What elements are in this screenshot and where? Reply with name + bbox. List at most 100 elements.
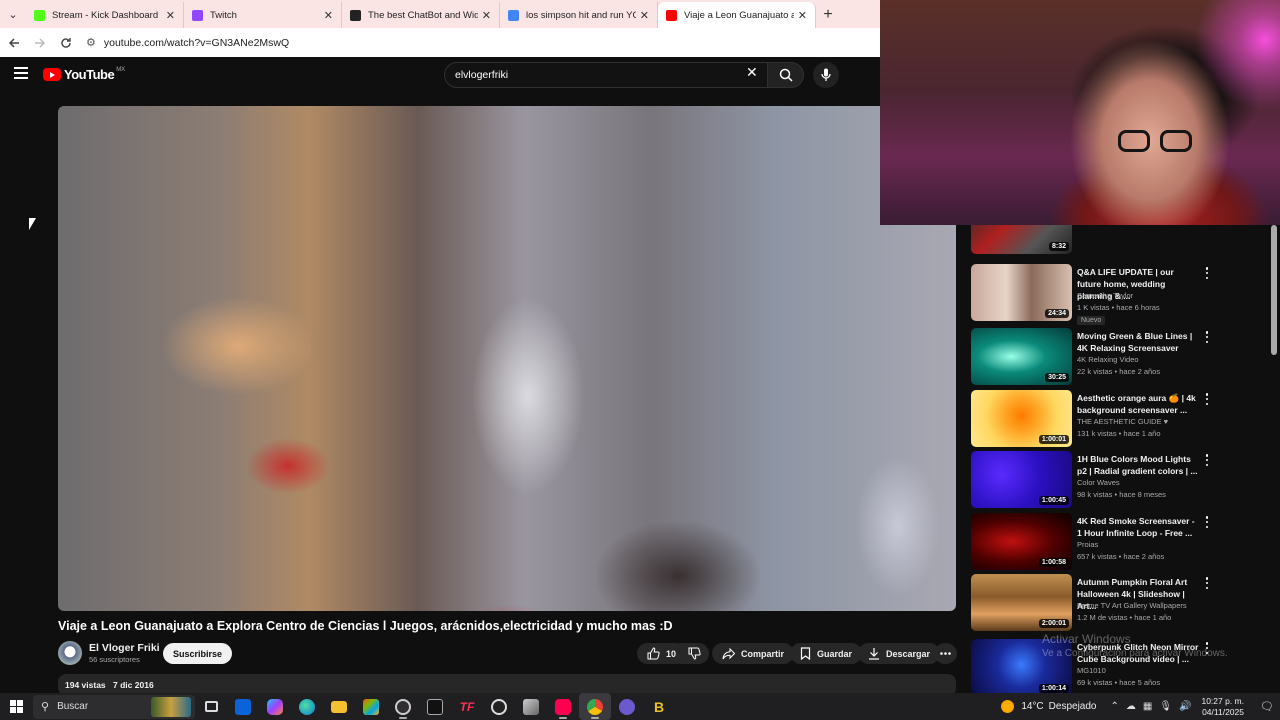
mail-icon[interactable] <box>227 693 259 720</box>
search-button[interactable] <box>767 62 804 88</box>
obs-icon[interactable] <box>387 693 419 720</box>
channel-name[interactable]: El Vloger Friki <box>89 642 160 654</box>
weather-widget[interactable]: 14°C Despejado <box>1001 700 1096 713</box>
microsoft-store-icon[interactable] <box>355 693 387 720</box>
close-tab-icon[interactable]: ✕ <box>798 9 807 22</box>
video-thumbnail[interactable]: 1:00:58 <box>971 513 1072 570</box>
recommended-video[interactable]: 1:00:01 Aesthetic orange aura 🍊 | 4k back… <box>971 390 1271 448</box>
recommended-meta: 98 k vistas • hace 8 meses <box>1077 490 1166 499</box>
reload-icon[interactable] <box>54 31 78 55</box>
spotify-like-icon[interactable] <box>483 693 515 720</box>
voice-search-button[interactable] <box>813 62 839 88</box>
video-thumbnail[interactable]: 30:25 <box>971 328 1072 385</box>
more-vertical-icon[interactable] <box>1201 392 1213 406</box>
recommended-title[interactable]: 4K Red Smoke Screensaver - 1 Hour Infini… <box>1077 515 1199 539</box>
recommended-title[interactable]: Aesthetic orange aura 🍊 | 4k background … <box>1077 392 1199 416</box>
video-player[interactable] <box>58 106 956 611</box>
recommended-video[interactable]: 24:34 Q&A LIFE UPDATE | our future home, … <box>971 264 1271 325</box>
streamlabs-icon[interactable] <box>419 693 451 720</box>
network-icon[interactable]: ▦ <box>1143 701 1152 712</box>
tab-title: The best ChatBot and Widgets <box>368 9 478 21</box>
chevron-up-icon[interactable]: ⌃ <box>1110 701 1118 712</box>
system-tray: 14°C Despejado ⌃ ☁ ▦ 🎙 🔊 10:27 p. m. 04/… <box>1001 693 1280 720</box>
channel-avatar[interactable] <box>58 641 82 665</box>
close-tab-icon[interactable]: ✕ <box>640 9 649 22</box>
task-view-icon[interactable] <box>195 693 227 720</box>
dislike-button[interactable] <box>680 643 709 664</box>
file-explorer-icon[interactable] <box>323 693 355 720</box>
tray-icons: ⌃ ☁ ▦ 🎙 🔊 <box>1110 701 1191 712</box>
more-vertical-icon[interactable] <box>1201 266 1213 280</box>
recommended-video[interactable]: 2:00:01 Autumn Pumpkin Floral Art Hallowe… <box>971 574 1271 632</box>
tf-app-icon[interactable]: TF <box>451 693 483 720</box>
webcam-glasses <box>1118 130 1196 154</box>
recommended-video[interactable]: 1:00:45 1H Blue Colors Mood Lights p2 | R… <box>971 451 1271 509</box>
search-input[interactable]: elvlogerfriki <box>444 62 768 88</box>
url-field[interactable]: ⚙ youtube.com/watch?v=GN3ANe2MswQ <box>86 36 289 50</box>
video-thumbnail[interactable]: 2:00:01 <box>971 574 1072 631</box>
recommended-title[interactable]: 1H Blue Colors Mood Lights p2 | Radial g… <box>1077 453 1199 477</box>
save-button[interactable]: Guardar <box>790 643 863 664</box>
microphone-icon[interactable]: 🎙 <box>1159 701 1172 712</box>
taskbar-search[interactable]: ⚲ Buscar <box>33 694 195 719</box>
new-tab-button[interactable]: + <box>816 2 840 28</box>
video-thumbnail[interactable]: 8:32 <box>971 225 1072 254</box>
notification-icon[interactable]: 🗨 <box>1254 693 1280 720</box>
recommended-channel[interactable]: Samantha Taylor <box>1077 291 1133 300</box>
browser-tab[interactable]: Twitch ✕ <box>184 2 342 28</box>
recommended-channel[interactable]: 4K Relaxing Video <box>1077 355 1139 364</box>
share-icon <box>722 647 735 659</box>
browser-tab[interactable]: los simpson hit and run YOUTU ✕ <box>500 2 658 28</box>
site-info-icon[interactable]: ⚙ <box>86 36 96 49</box>
browser-tab[interactable]: Viaje a Leon Guanajuato a Expl ✕ <box>658 2 816 28</box>
app-tiles-icon[interactable] <box>515 693 547 720</box>
more-vertical-icon[interactable] <box>1201 576 1213 590</box>
recommended-video[interactable]: 8:3214 k vistas • hace 1 díaNuevo <box>971 225 1271 255</box>
copilot-icon[interactable] <box>259 693 291 720</box>
recommended-channel[interactable]: Color Waves <box>1077 478 1120 487</box>
recommended-video[interactable]: 30:25 Moving Green & Blue Lines | 4K Rela… <box>971 328 1271 386</box>
video-thumbnail[interactable]: 1:00:45 <box>971 451 1072 508</box>
weather-sun-icon <box>1001 700 1015 713</box>
youtube-logo[interactable]: YouTube MX <box>43 67 125 82</box>
windows-taskbar: ⚲ Buscar TF B 14°C Despejado ⌃ ☁ ▦ 🎙 🔊 1… <box>0 693 1280 720</box>
b-app-icon[interactable]: B <box>643 693 675 720</box>
new-badge: Nuevo <box>1077 316 1106 325</box>
volume-icon[interactable]: 🔊 <box>1179 701 1191 712</box>
subscribe-button[interactable]: Suscribirse <box>163 643 233 664</box>
more-actions-button[interactable] <box>934 643 957 664</box>
video-thumbnail[interactable]: 24:34 <box>971 264 1072 321</box>
close-tab-icon[interactable]: ✕ <box>482 9 491 22</box>
start-button[interactable] <box>0 693 33 720</box>
scrollbar[interactable] <box>1271 225 1277 355</box>
browser-tab[interactable]: The best ChatBot and Widgets ✕ <box>342 2 500 28</box>
recommended-channel[interactable]: THE AESTHETIC GUIDE ♥ <box>1077 417 1168 426</box>
recommended-title[interactable]: Moving Green & Blue Lines | 4K Relaxing … <box>1077 330 1199 354</box>
tab-title: Twitch <box>210 9 237 21</box>
download-label: Descargar <box>886 648 931 659</box>
more-vertical-icon[interactable] <box>1201 330 1213 344</box>
recommended-channel[interactable]: Frame TV Art Gallery Wallpapers <box>1077 601 1187 610</box>
close-tab-icon[interactable]: ✕ <box>324 9 333 22</box>
recommended-channel[interactable]: MG1010 <box>1077 666 1106 675</box>
video-thumbnail[interactable]: 1:00:01 <box>971 390 1072 447</box>
hamburger-menu-icon[interactable] <box>14 67 28 79</box>
close-tab-icon[interactable]: ✕ <box>166 9 175 22</box>
more-vertical-icon[interactable] <box>1201 515 1213 529</box>
chat-app-icon[interactable] <box>611 693 643 720</box>
cloud-icon[interactable]: ☁ <box>1126 701 1136 712</box>
tiktok-icon[interactable] <box>547 693 579 720</box>
back-arrow-icon[interactable] <box>2 31 26 55</box>
clear-search-icon[interactable]: ✕ <box>746 64 758 81</box>
edge-icon[interactable] <box>291 693 323 720</box>
more-vertical-icon[interactable] <box>1201 453 1213 467</box>
tab-search-dropdown-icon[interactable]: ⌄ <box>0 0 26 28</box>
share-button[interactable]: Compartir <box>712 643 795 664</box>
recommended-channel[interactable]: Proias <box>1077 540 1098 549</box>
forward-arrow-icon[interactable] <box>28 31 52 55</box>
browser-tab[interactable]: Stream - Kick Dashboard ✕ <box>26 2 184 28</box>
download-button[interactable]: Descargar <box>858 643 941 664</box>
chrome-icon[interactable] <box>579 693 611 720</box>
clock[interactable]: 10:27 p. m. 04/11/2025 <box>1201 696 1244 718</box>
recommended-video[interactable]: 1:00:58 4K Red Smoke Screensaver - 1 Hour… <box>971 513 1271 571</box>
